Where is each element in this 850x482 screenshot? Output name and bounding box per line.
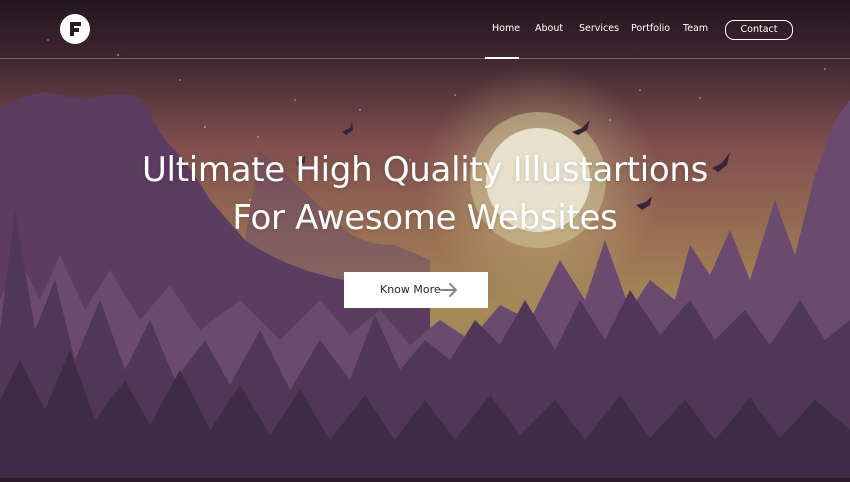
- landscape-illustration: [0, 0, 850, 478]
- know-more-button[interactable]: Know More: [344, 272, 488, 308]
- nav-link-home[interactable]: Home: [492, 23, 520, 34]
- hero-background: [0, 0, 850, 478]
- contact-button[interactable]: Contact: [725, 20, 793, 40]
- brand-f-logo-icon[interactable]: [60, 14, 90, 44]
- know-more-label: Know More: [380, 283, 441, 296]
- nav-link-services[interactable]: Services: [579, 23, 619, 34]
- arrow-right-icon: [440, 283, 458, 300]
- nav-link-portfolio[interactable]: Portfolio: [631, 23, 670, 34]
- top-navigation: Home About Services Portfolio Team Conta…: [0, 0, 850, 59]
- nav-link-about[interactable]: About: [535, 23, 563, 34]
- hero-title-line-2: For Awesome Websites: [232, 198, 618, 238]
- hero-title-line-1: Ultimate High Quality Illustartions: [141, 150, 709, 190]
- nav-link-team[interactable]: Team: [683, 23, 708, 34]
- active-nav-indicator: [485, 57, 519, 59]
